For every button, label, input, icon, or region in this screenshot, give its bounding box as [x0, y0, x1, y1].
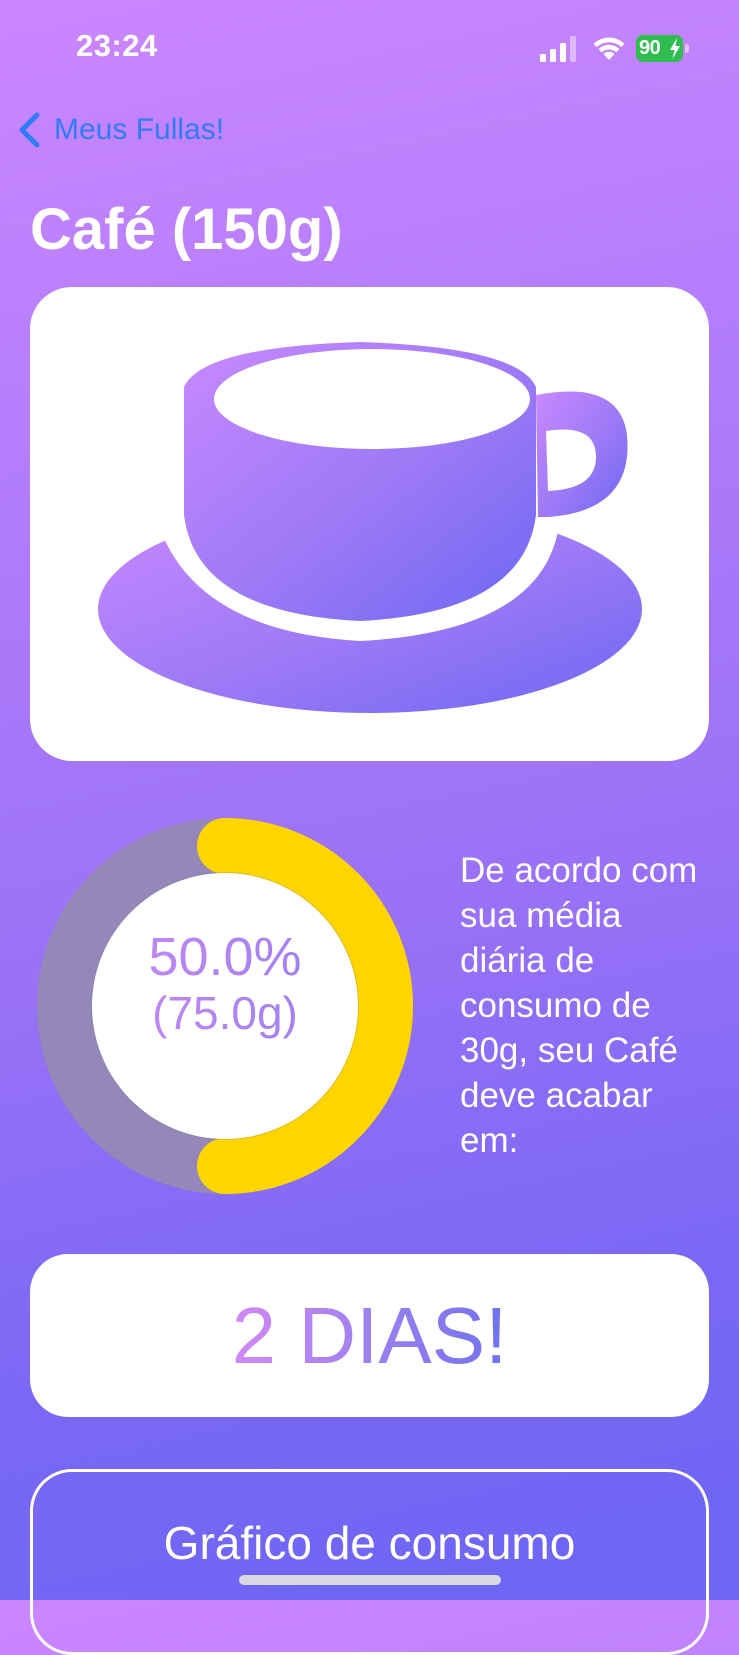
battery-cap: [685, 44, 689, 53]
chevron-left-icon: [19, 112, 40, 148]
wifi-icon: [593, 37, 625, 60]
status-time: 23:24: [76, 28, 158, 63]
status-bar: 23:24 90: [0, 0, 739, 100]
battery-body: 90: [636, 35, 683, 62]
page-title: Café (150g): [30, 197, 343, 262]
cellular-signal-icon: [540, 36, 576, 62]
back-button-label: Meus Fullas!: [54, 113, 225, 146]
consumption-chart-title: Gráfico de consumo: [163, 1517, 576, 1569]
forecast-text: De acordo com sua média diária de consum…: [460, 851, 698, 1160]
battery-indicator: 90: [636, 35, 690, 62]
charging-bolt-icon: [670, 38, 680, 59]
days-remaining-card: 2 DIAS!: [30, 1254, 709, 1417]
consumption-ring: 50.0% (75.0g): [37, 818, 413, 1194]
coffee-cup-icon: [98, 327, 655, 713]
product-image-card: [30, 287, 709, 761]
battery-level: 90: [639, 37, 661, 59]
remaining-grams: (75.0g): [37, 986, 413, 1040]
back-button[interactable]: Meus Fullas!: [16, 108, 224, 152]
days-remaining-value: 2 DIAS!: [231, 1290, 508, 1380]
consumption-chart-card[interactable]: Gráfico de consumo: [30, 1469, 709, 1655]
home-indicator[interactable]: [239, 1575, 501, 1585]
remaining-percent: 50.0%: [37, 926, 413, 988]
